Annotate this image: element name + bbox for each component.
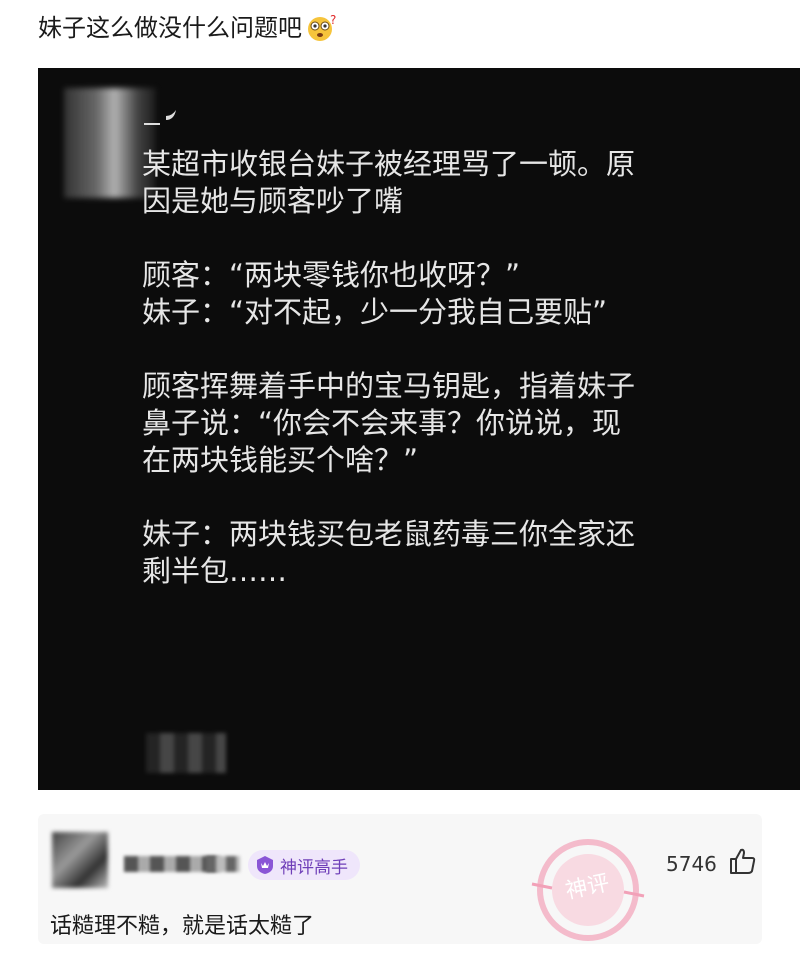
story-paragraph: 顾客：“两块零钱你也收呀？” 妹子：“对不起，少一分我自己要贴” — [142, 258, 608, 329]
comment-avatar[interactable] — [52, 832, 108, 888]
thumbs-up-icon[interactable] — [728, 846, 758, 876]
badge-label: 神评高手 — [280, 857, 348, 878]
comment-username-suffix — [206, 856, 240, 872]
comment-card[interactable]: 神评高手 神评 5746 话糙理不糙，就是话太糙了 — [38, 814, 762, 944]
story-paragraph: 某超市收银台妹子被经理骂了一顿。原 因是她与顾客吵了嘴 — [142, 147, 636, 218]
god-comment-badge: 神评高手 — [248, 850, 360, 880]
story-paragraph: 顾客挥舞着手中的宝马钥匙，指着妹子 鼻子说：“你会不会来事？你说说，现 在两块钱… — [142, 369, 636, 477]
dizzy-face-emoji-icon: ? — [306, 13, 338, 42]
crown-shield-icon — [254, 854, 276, 876]
pixelated-footer — [146, 733, 226, 773]
post-title: 妹子这么做没什么问题吧 ? — [38, 10, 338, 46]
post-title-text: 妹子这么做没什么问题吧 — [38, 14, 302, 42]
username — [142, 106, 182, 128]
embedded-screenshot: 某超市收银台妹子被经理骂了一顿。原 因是她与顾客吵了嘴 顾客：“两块零钱你也收呀… — [38, 68, 800, 790]
story-paragraph: 妹子：两块钱买包老鼠药毒三你全家还 剩半包…… — [142, 517, 636, 588]
story-text: 某超市收银台妹子被经理骂了一顿。原 因是她与顾客吵了嘴 顾客：“两块零钱你也收呀… — [142, 146, 772, 627]
like-count: 5746 — [666, 852, 717, 876]
svg-text:?: ? — [330, 14, 336, 27]
comment-text: 话糙理不糙，就是话太糙了 — [50, 914, 315, 939]
god-comment-stamp: 神评 — [528, 830, 648, 950]
